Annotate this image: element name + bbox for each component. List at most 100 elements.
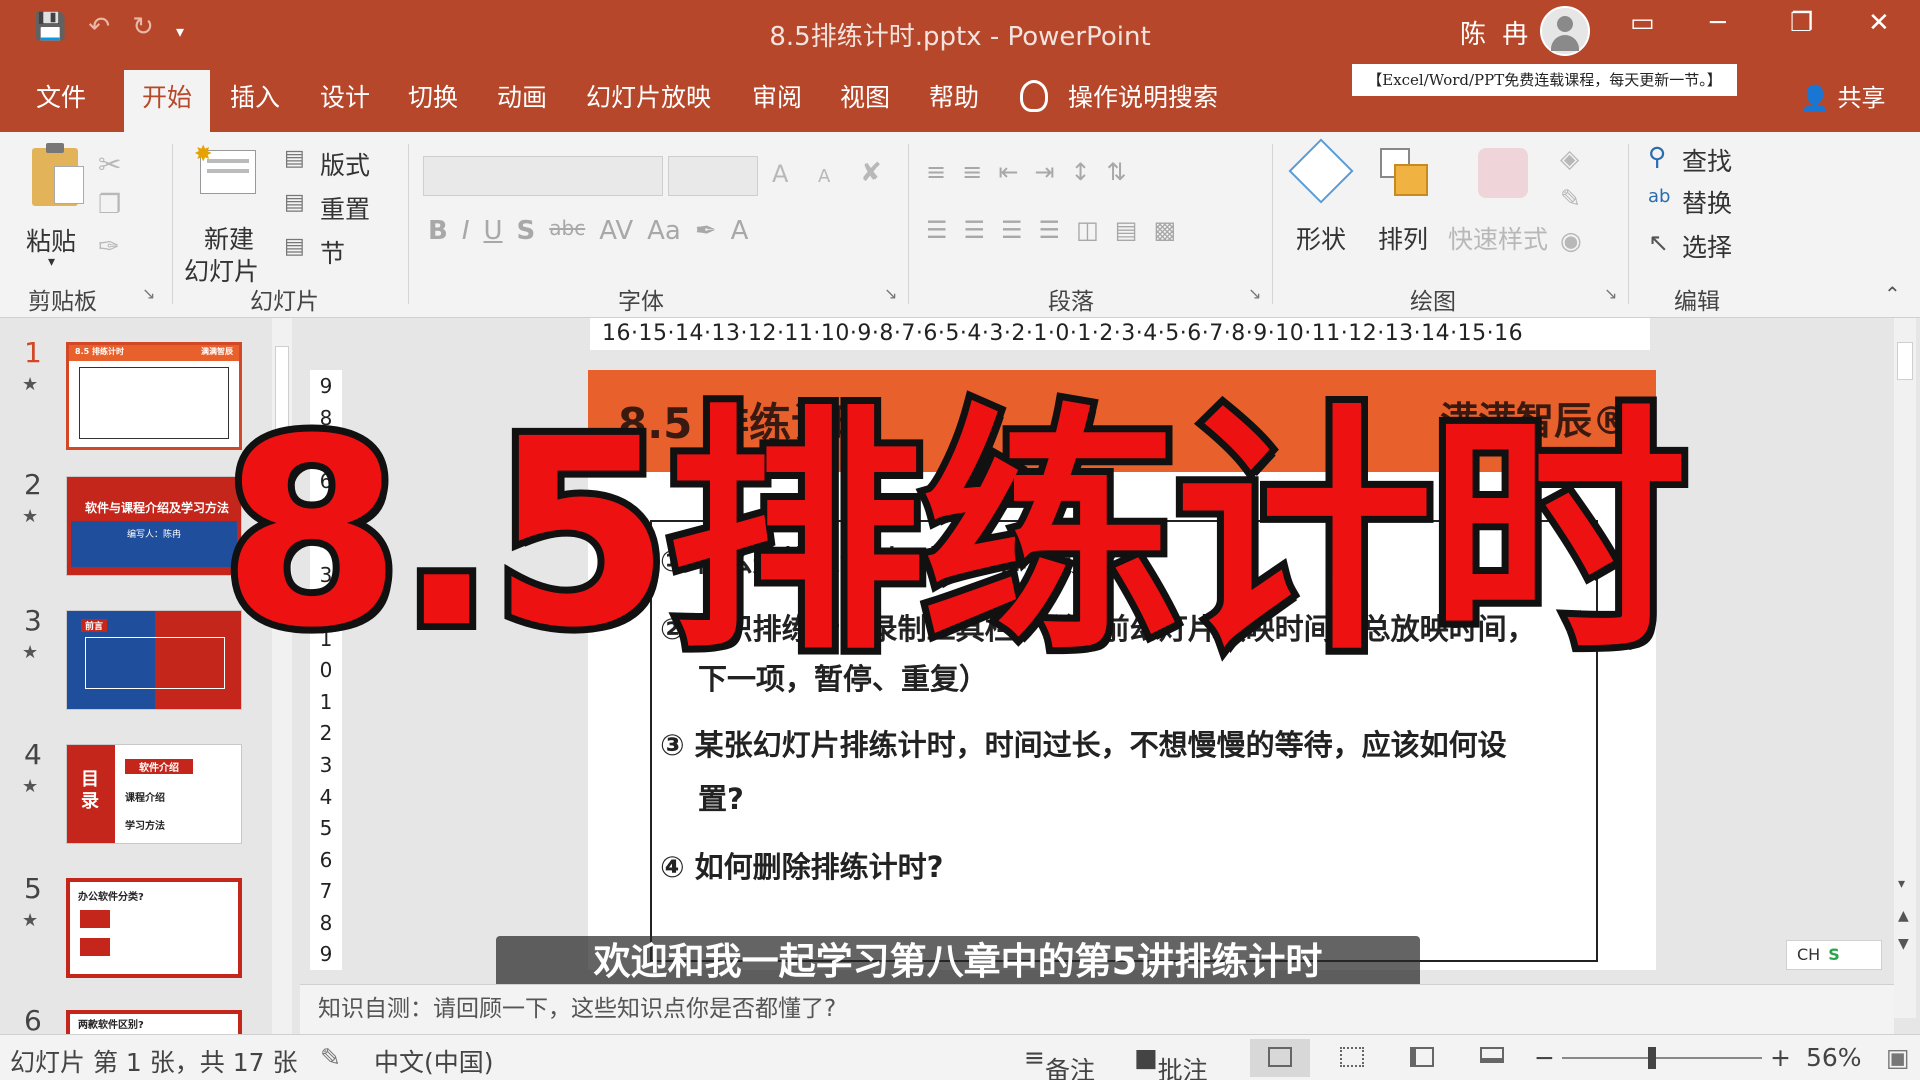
notes-pane[interactable]: 知识自测：请回顾一下，这些知识点你是否都懂了? [300,984,1894,1034]
align-right-icon[interactable]: ☰ [1001,216,1023,244]
quick-styles-button[interactable]: 快速样式 [1448,142,1558,292]
slide-line-5[interactable]: 置? [698,776,744,818]
thumbnail-slide-1[interactable]: 8.5 排练计时 满满智辰 [66,342,242,450]
tell-me-search[interactable]: 操作说明搜索 [1068,78,1218,114]
scrollbar-thumb[interactable] [1897,342,1913,380]
increase-indent-icon[interactable]: ⇥ [1034,158,1054,186]
minimize-button[interactable]: ─ [1710,8,1726,38]
tab-design[interactable]: 设计 [320,78,370,114]
normal-view-button[interactable] [1250,1039,1310,1077]
tab-animations[interactable]: 动画 [497,78,547,114]
slide-line-4[interactable]: ③ 某张幻灯片排练计时，时间过长，不想慢慢的等待，应该如何设 [660,722,1507,764]
slideshow-button[interactable] [1462,1039,1522,1077]
fit-slide-icon[interactable]: ▣ [1886,1043,1910,1072]
slide-line-6[interactable]: ④ 如何删除排练计时? [660,844,943,886]
justify-icon[interactable]: ☰ [1039,216,1061,244]
ime-indicator[interactable]: CH S [1786,940,1882,970]
shape-effects-icon[interactable]: ◉ [1560,226,1582,255]
notes-label: 备注 [1044,1056,1095,1080]
font-group-label: 字体 [618,289,664,315]
reading-view-button[interactable] [1392,1039,1452,1077]
clear-format-icon[interactable]: ✘ [860,158,882,188]
close-button[interactable]: ✕ [1868,8,1890,38]
strikethrough-button[interactable]: abc [549,216,585,246]
font-size-input[interactable] [668,156,758,196]
paragraph-launcher-icon[interactable]: ↘ [1248,284,1261,303]
cut-icon[interactable]: ✂ [98,148,121,181]
numbering-icon[interactable]: ≡ [962,158,982,186]
collapse-ribbon-icon[interactable]: ⌃ [1884,282,1901,306]
tab-home[interactable]: 开始 [124,70,211,132]
zoom-level[interactable]: 56% [1806,1043,1862,1072]
decrease-indent-icon[interactable]: ⇤ [998,158,1018,186]
slideshow-icon [1480,1047,1504,1063]
copy-icon[interactable]: ❐ [98,190,121,220]
zoom-in-button[interactable]: + [1770,1043,1791,1072]
next-slide-icon[interactable]: ▼ [1898,936,1909,952]
align-left-icon[interactable]: ☰ [926,216,948,244]
thumbnail-title: 办公软件分类? [78,892,144,903]
paste-dropdown-icon[interactable]: ▾ [48,254,55,270]
thumbnail-slide-2[interactable]: 软件与课程介绍及学习方法 编写人：陈冉 [66,476,242,576]
underline-button[interactable]: U [484,216,503,246]
arrange-button[interactable]: 排列 [1372,142,1440,292]
align-text-icon[interactable]: ▤ [1115,216,1138,244]
share-button[interactable]: 👤 共享 [1800,78,1886,113]
zoom-slider[interactable] [1562,1047,1762,1069]
shape-outline-icon[interactable]: ✎ [1560,184,1581,213]
tab-file[interactable]: 文件 [36,78,86,114]
notes-toggle-button[interactable]: ≡ 备注 [1024,1043,1095,1080]
bullets-icon[interactable]: ≡ [926,158,946,186]
text-direction-icon[interactable]: ⇅ [1107,158,1127,186]
language-indicator[interactable]: 中文(中国) [374,1043,494,1079]
thumbnail-slide-5[interactable]: 办公软件分类? [66,878,242,978]
restore-button[interactable]: ❐ [1790,8,1813,38]
scroll-down-icon[interactable]: ▾ [1898,876,1905,892]
font-launcher-icon[interactable]: ↘ [884,284,897,303]
tab-view[interactable]: 视图 [840,78,890,114]
user-name[interactable]: 陈 冉 [1460,14,1532,51]
italic-button[interactable]: I [462,216,470,246]
ruler-tick-label: 1 [319,689,333,714]
shrink-font-button[interactable]: A [818,166,830,187]
shapes-button[interactable]: 形状 [1288,138,1358,292]
editor-scrollbar[interactable]: ▾ ▲ ▼ [1894,318,1916,1018]
font-name-input[interactable] [423,156,663,196]
avatar[interactable] [1540,6,1590,56]
clipboard-launcher-icon[interactable]: ↘ [142,284,155,303]
thumbnail-slide-6[interactable]: 两款软件区别? [66,1010,242,1034]
zoom-slider-thumb[interactable] [1648,1047,1656,1069]
comments-button[interactable]: ■ 批注 [1134,1043,1208,1080]
align-center-icon[interactable]: ☰ [964,216,986,244]
font-color-button[interactable]: A [731,216,749,246]
paste-button[interactable]: 粘贴 ▾ [24,143,96,274]
text-shadow-button[interactable]: S [517,216,536,246]
tab-review[interactable]: 审阅 [752,78,802,114]
bold-button[interactable]: B [428,216,448,246]
slide-sorter-button[interactable] [1322,1039,1382,1077]
tab-help[interactable]: 帮助 [929,78,979,114]
zoom-out-button[interactable]: − [1534,1043,1555,1072]
grow-font-button[interactable]: A [772,160,788,188]
format-painter-icon[interactable]: ✑ [98,232,120,262]
smartart-icon[interactable]: ▩ [1153,216,1176,244]
tab-slideshow[interactable]: 幻灯片放映 [586,78,711,114]
change-case-button[interactable]: Aa [647,216,681,246]
shape-fill-icon[interactable]: ◈ [1560,144,1579,173]
thumbnail-slide-3[interactable]: 前言 [66,610,242,710]
tab-insert[interactable]: 插入 [230,78,280,114]
columns-icon[interactable]: ◫ [1076,216,1099,244]
spell-check-icon[interactable]: ✎ [320,1043,341,1072]
character-spacing-button[interactable]: AV [599,216,633,246]
ribbon-display-options-icon[interactable]: ▭ [1630,8,1655,38]
previous-slide-icon[interactable]: ▲ [1898,908,1909,924]
line-spacing-icon[interactable]: ↕ [1070,158,1090,186]
tab-transitions[interactable]: 切换 [408,78,458,114]
new-slide-button[interactable]: ✸ 新建 幻灯片 [180,142,270,286]
title-bar: 💾 ↶ ↻ ▾ 8.5排练计时.pptx - PowerPoint 陈 冉 ▭ … [0,0,1920,62]
clipboard-group-label: 剪贴板 [28,289,97,315]
ribbon-divider [1628,144,1629,304]
drawing-launcher-icon[interactable]: ↘ [1604,284,1617,303]
highlight-icon[interactable]: ✒ [695,216,717,246]
thumbnail-slide-4[interactable]: 目录 软件介绍 课程介绍 学习方法 [66,744,242,844]
